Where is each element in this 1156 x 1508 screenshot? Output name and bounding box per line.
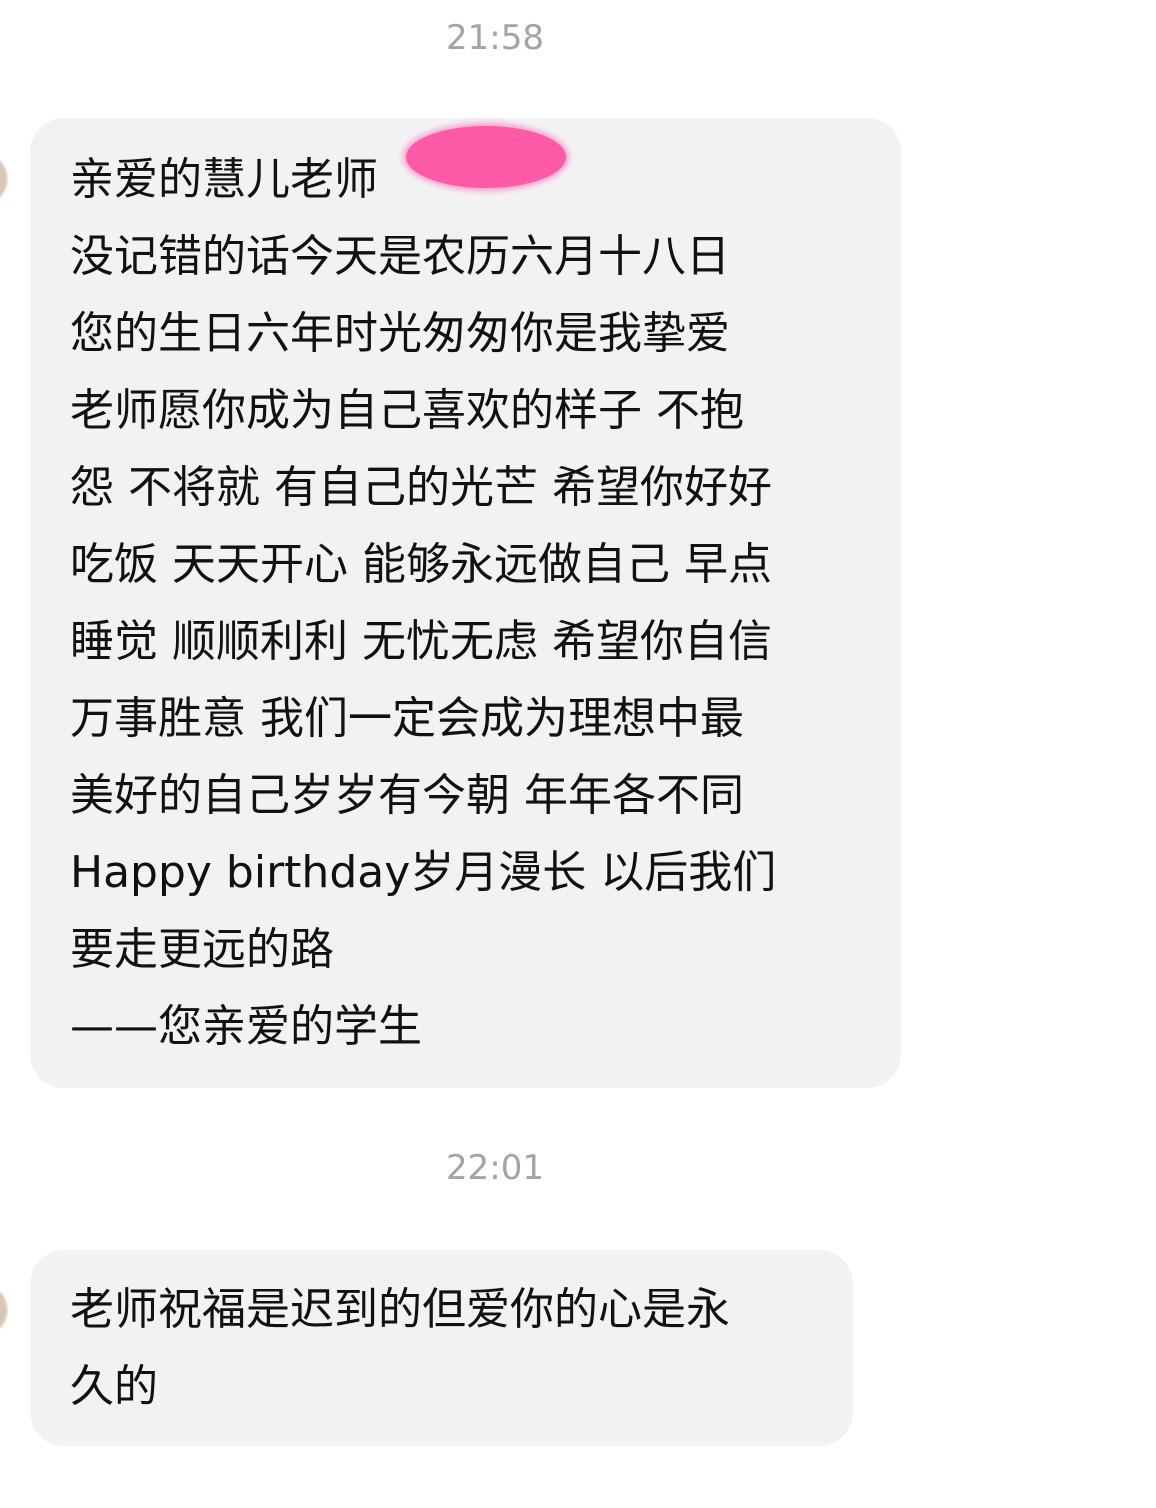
redaction-mark [406, 126, 566, 188]
message-line: 吃饭 天天开心 能够永远做自己 早点 [70, 539, 772, 590]
message-line: 怨 不将就 有自己的光芒 希望你好好 [70, 462, 772, 513]
message-line: 老师祝福是迟到的但爱你的心是永 [70, 1284, 730, 1335]
timestamp: 22:01 [446, 1148, 544, 1188]
message-line: 要走更远的路 [70, 924, 334, 975]
message-bubble[interactable]: 亲爱的慧儿老师 没记错的话今天是农历六月十八日 您的生日六年时光匆匆你是我挚爱 … [30, 118, 901, 1088]
signature-text: ——您亲爱的学生 [70, 1001, 422, 1052]
message-bubble[interactable]: 老师祝福是迟到的但爱你的心是永 久的 [30, 1250, 853, 1446]
avatar[interactable] [0, 152, 8, 206]
message-line: 美好的自己岁岁有今朝 年年各不同 [70, 770, 744, 821]
message-line: 您的生日六年时光匆匆你是我挚爱 [70, 308, 730, 359]
message-line: Happy birthday岁月漫长 以后我们 [70, 847, 777, 898]
avatar[interactable] [0, 1283, 8, 1337]
message-line: 万事胜意 我们一定会成为理想中最 [70, 693, 744, 744]
message-line: 老师愿你成为自己喜欢的样子 不抱 [70, 385, 744, 436]
signature-line: ——您亲爱的学生 [70, 126, 861, 1065]
message-line: 久的 [70, 1361, 158, 1412]
timestamp: 21:58 [446, 18, 544, 58]
message-line: 睡觉 顺顺利利 无忧无虑 希望你自信 [70, 616, 772, 667]
message-line: 没记错的话今天是农历六月十八日 [70, 231, 730, 282]
